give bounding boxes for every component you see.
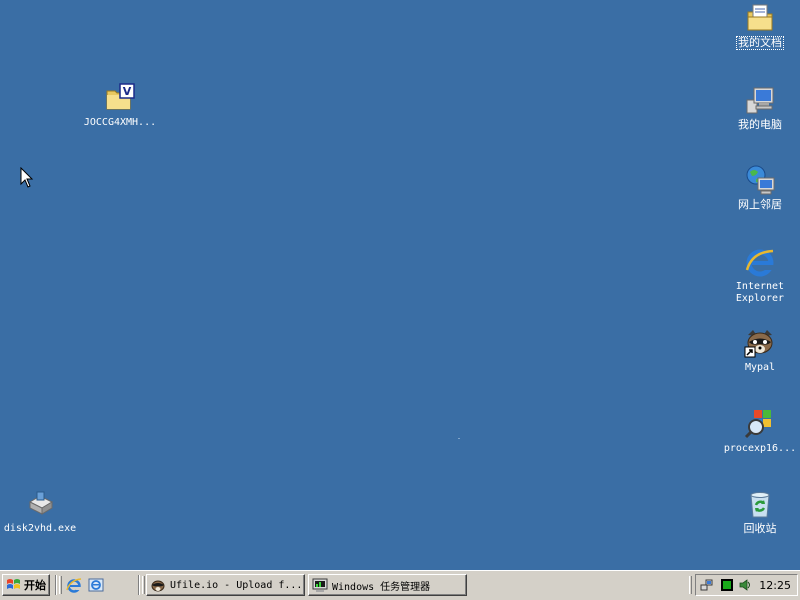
desktop-icon-label: 我的文档	[736, 36, 784, 50]
desktop-icon-label: disk2vhd.exe	[3, 523, 77, 534]
desktop-icon-label: 回收站	[743, 522, 777, 535]
desktop-icon-recycle-bin[interactable]: 回收站	[720, 488, 800, 535]
internet-explorer-icon	[744, 246, 776, 278]
desktop-icon-label-line1: Internet	[735, 281, 785, 292]
taskbar-separator	[138, 575, 140, 595]
quick-launch-grip[interactable]	[59, 576, 62, 594]
taskbar-separator	[55, 575, 57, 595]
desktop-icon-label: JOCCG4XMH...	[83, 117, 157, 128]
desktop-icon-label: 我的电脑	[738, 118, 782, 131]
task-band-grip[interactable]	[142, 576, 145, 594]
quick-launch-internet-explorer-icon[interactable]	[66, 577, 82, 593]
procexp-icon	[744, 408, 776, 440]
folder-icon: V	[104, 82, 136, 114]
my-computer-icon	[744, 84, 776, 116]
desktop-icon-internet-explorer[interactable]: Internet Explorer	[720, 246, 800, 305]
desktop-icon-my-computer[interactable]: 我的电脑	[720, 84, 800, 131]
mypal-icon	[744, 327, 776, 359]
desktop-icon-network-places[interactable]: 网上邻居	[720, 164, 800, 211]
task-button-label: Windows 任务管理器	[332, 581, 431, 593]
network-places-icon	[744, 164, 776, 196]
mypal-icon	[151, 580, 165, 592]
cpu-meter-icon[interactable]	[720, 578, 734, 592]
svg-text:V: V	[123, 85, 132, 98]
windows-logo-icon	[7, 579, 20, 589]
stray-pixel	[458, 438, 460, 439]
desktop-icon-label: procexp16...	[723, 443, 797, 454]
desktop-icon-procexp[interactable]: procexp16...	[720, 408, 800, 455]
task-manager-icon	[312, 578, 328, 592]
task-button-task-manager[interactable]: Windows 任务管理器	[308, 574, 467, 596]
desktop[interactable]: V JOCCG4XMH... disk2vhd.exe 我的文档 我的电脑 网上…	[0, 0, 800, 570]
desktop-icon-disk2vhd[interactable]: disk2vhd.exe	[0, 488, 80, 535]
network-icon[interactable]	[700, 578, 714, 592]
desktop-icon-my-documents[interactable]: 我的文档	[720, 2, 800, 50]
recycle-bin-icon	[744, 488, 776, 520]
start-button[interactable]: 开始	[2, 574, 50, 596]
quick-launch-ie-alt-icon[interactable]	[88, 577, 104, 593]
start-button-label: 开始	[24, 579, 46, 592]
system-tray: 12:25	[695, 574, 798, 596]
desktop-icon-label: Mypal	[744, 362, 776, 373]
my-documents-icon	[744, 2, 776, 34]
tray-grip[interactable]	[689, 576, 692, 594]
task-button-label: Ufile.io - Upload f...	[170, 579, 303, 591]
desktop-icon-mypal[interactable]: Mypal	[720, 327, 800, 374]
desktop-icon-label-line2: Explorer	[735, 293, 785, 304]
disk2vhd-icon	[24, 488, 56, 520]
desktop-icon-label: 网上邻居	[738, 198, 782, 211]
speaker-icon[interactable]	[738, 578, 752, 592]
task-button-ufile[interactable]: Ufile.io - Upload f...	[146, 574, 305, 596]
taskbar: 开始 Ufile.io - Upload f... Windows 任务管理器	[0, 570, 800, 600]
mouse-cursor-icon	[20, 167, 34, 188]
desktop-icon-jocc-folder[interactable]: V JOCCG4XMH...	[80, 82, 160, 129]
clock[interactable]: 12:25	[759, 579, 791, 592]
